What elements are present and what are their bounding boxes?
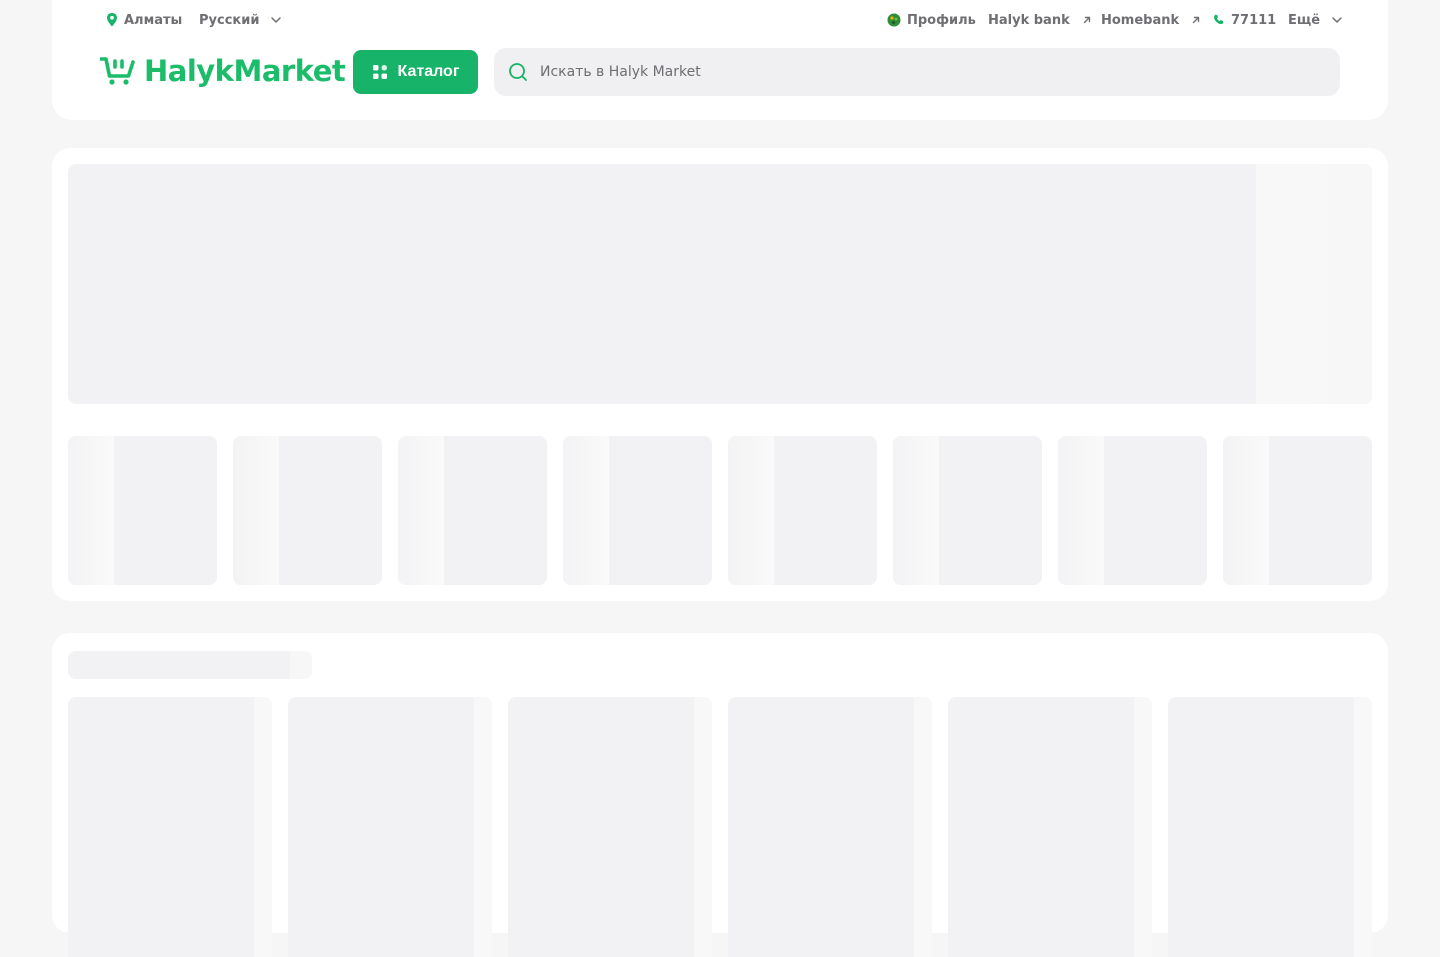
product-card-skeleton — [1168, 697, 1372, 957]
cart-icon — [100, 57, 135, 85]
phone-label: 77111 — [1231, 12, 1277, 28]
location-pin-icon — [107, 13, 117, 27]
category-skeleton — [398, 436, 547, 585]
category-skeleton — [728, 436, 877, 585]
category-skeleton — [68, 436, 217, 585]
halyk-bank-label: Halyk bank — [988, 12, 1070, 28]
grid-icon — [372, 65, 387, 79]
section-title-skeleton — [68, 651, 312, 679]
chevron-down-icon — [1332, 17, 1342, 23]
banner-skeleton — [68, 164, 1372, 404]
category-skeleton — [893, 436, 1042, 585]
search-bar[interactable] — [494, 48, 1340, 96]
city-selector[interactable]: Алматы — [106, 11, 182, 29]
category-skeleton — [1223, 436, 1372, 585]
category-skeleton — [233, 436, 382, 585]
profile-label: Профиль — [907, 12, 976, 28]
product-card-skeleton — [728, 697, 932, 957]
homebank-link[interactable]: Homebank — [1101, 11, 1203, 29]
profile-icon — [887, 13, 901, 27]
promo-panel — [52, 148, 1388, 601]
logo-text: HalykMarket — [144, 53, 346, 88]
external-link-icon — [1083, 16, 1090, 24]
chevron-down-icon — [271, 17, 282, 23]
product-card-skeleton — [948, 697, 1152, 957]
catalog-button[interactable]: Каталог — [353, 50, 478, 94]
language-label: Русский — [199, 12, 260, 28]
logo[interactable]: HalykMarket — [100, 53, 346, 88]
search-icon — [509, 63, 527, 81]
homebank-label: Homebank — [1101, 12, 1180, 28]
halyk-bank-link[interactable]: Halyk bank — [988, 11, 1094, 29]
profile-link[interactable]: Профиль — [887, 11, 976, 29]
category-skeleton — [563, 436, 712, 585]
product-card-skeleton — [68, 697, 272, 957]
more-menu[interactable]: Ещё — [1288, 11, 1344, 29]
phone-link[interactable]: 77111 — [1213, 11, 1276, 29]
catalog-label: Каталог — [397, 63, 460, 80]
category-skeleton — [1058, 436, 1207, 585]
products-panel — [52, 633, 1388, 957]
header: Алматы Русский Профиль Halyk bank Homeba… — [52, 0, 1388, 120]
search-input[interactable] — [538, 63, 1302, 81]
product-card-skeleton — [288, 697, 492, 957]
city-label: Алматы — [124, 12, 183, 28]
phone-icon — [1214, 14, 1224, 25]
more-label: Ещё — [1288, 12, 1321, 28]
external-link-icon — [1192, 16, 1200, 24]
language-selector[interactable]: Русский — [199, 11, 283, 29]
top-bar: Алматы Русский Профиль Halyk bank Homeba… — [52, 0, 1388, 40]
product-card-skeleton — [508, 697, 712, 957]
